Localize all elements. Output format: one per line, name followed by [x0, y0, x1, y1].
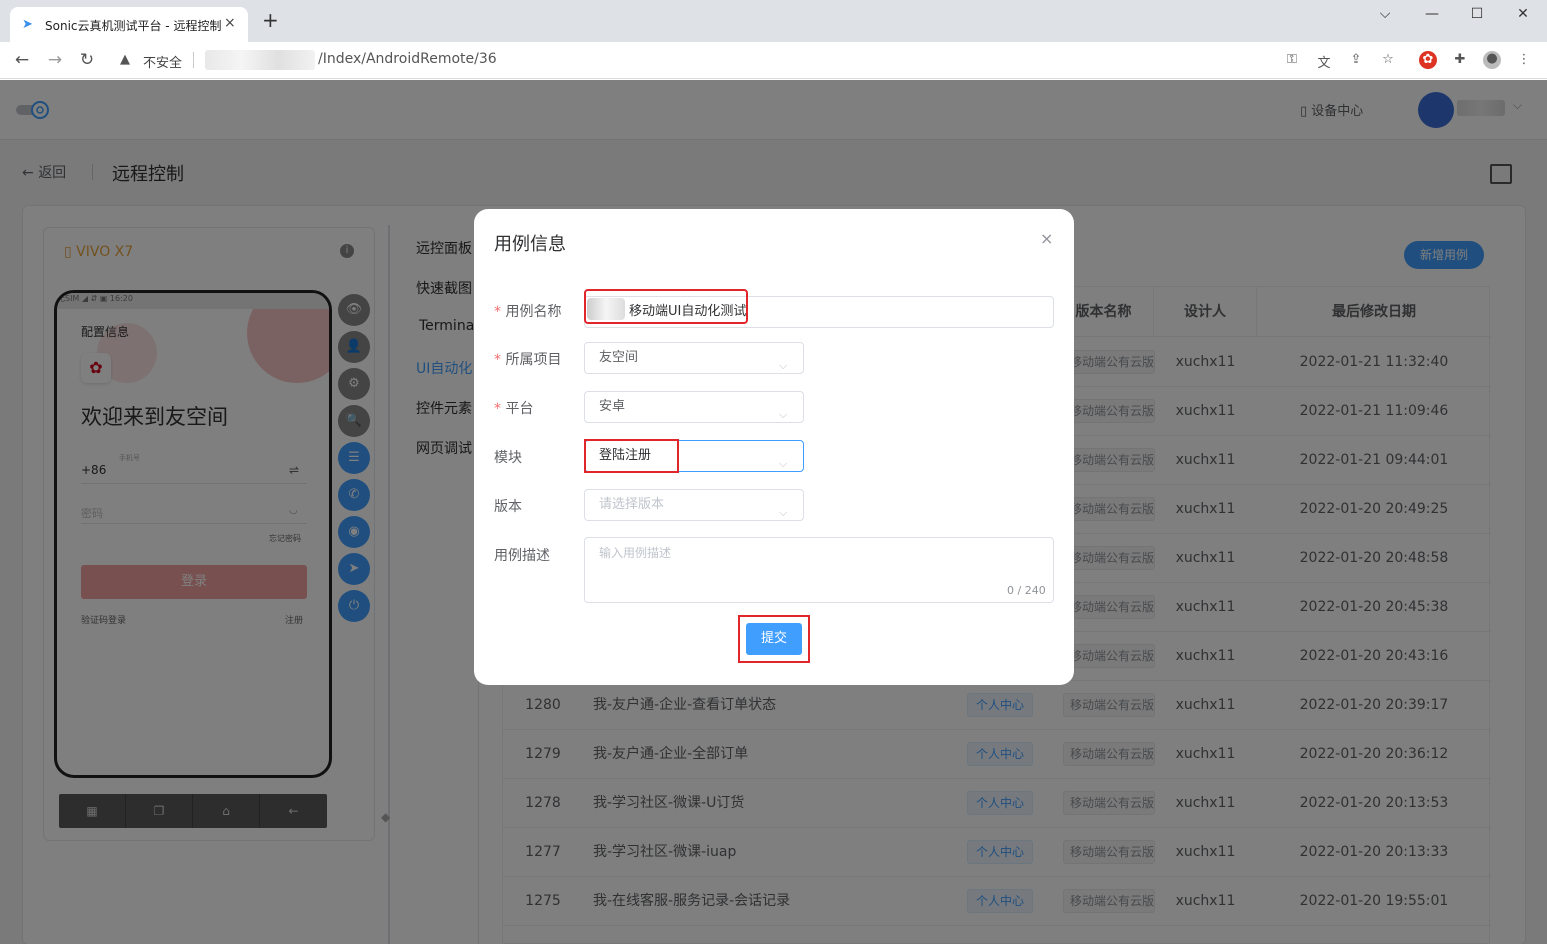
- paper-plane-icon: ➤: [22, 17, 33, 32]
- project-value: 友空间: [599, 350, 639, 365]
- close-icon[interactable]: ×: [1040, 229, 1053, 248]
- address-bar-row: ← → ↻ ▲ 不安全 /Index/AndroidRemote/36 ⚿ 文 …: [0, 42, 1547, 79]
- address-separator: [193, 52, 194, 68]
- project-label: * 所属项目: [494, 352, 562, 368]
- menu-dots-icon[interactable]: ⋮: [1515, 52, 1533, 67]
- reload-icon[interactable]: ↻: [76, 50, 98, 70]
- version-select[interactable]: 请选择版本 ⌵: [584, 489, 804, 521]
- desc-textarea[interactable]: 输入用例描述: [584, 537, 1054, 603]
- platform-value: 安卓: [599, 399, 626, 414]
- version-placeholder: 请选择版本: [599, 497, 665, 512]
- tab-search-icon[interactable]: ⌵: [1373, 6, 1397, 26]
- desc-placeholder: 输入用例描述: [599, 546, 672, 560]
- browser-tab[interactable]: ➤ Sonic云真机测试平台 - 远程控制 ×: [10, 7, 248, 42]
- puzzle-icon[interactable]: ✚: [1451, 52, 1469, 67]
- key-icon[interactable]: ⚿: [1283, 52, 1301, 67]
- omnibox[interactable]: ▲ 不安全 /Index/AndroidRemote/36: [110, 47, 1410, 74]
- module-label: 模块: [494, 450, 522, 466]
- project-label-text: 所属项目: [505, 352, 562, 368]
- case-name-label-text: 用例名称: [505, 304, 562, 320]
- extension-red-icon[interactable]: ✿: [1419, 51, 1437, 69]
- translate-icon[interactable]: 文: [1315, 52, 1333, 71]
- chevron-down-icon: ⌵: [779, 457, 788, 470]
- version-label: 版本: [494, 499, 522, 515]
- share-icon[interactable]: ⇪: [1347, 52, 1365, 67]
- back-arrow-icon[interactable]: ←: [11, 50, 33, 70]
- platform-label: * 平台: [494, 401, 534, 417]
- bookmark-star-icon[interactable]: ☆: [1379, 52, 1397, 67]
- new-tab-button[interactable]: +: [262, 10, 279, 30]
- url-text[interactable]: /Index/AndroidRemote/36: [318, 51, 497, 67]
- minimize-button[interactable]: —: [1420, 6, 1444, 26]
- browser-tab-bar: ➤ Sonic云真机测试平台 - 远程控制 × + ⌵ — ☐ ✕: [0, 0, 1547, 42]
- forward-arrow-icon[interactable]: →: [44, 50, 66, 70]
- highlight-box: [738, 615, 810, 663]
- case-name-label: * 用例名称: [494, 304, 562, 320]
- close-tab-icon[interactable]: ×: [224, 15, 236, 31]
- dialog-title: 用例信息: [494, 234, 566, 255]
- close-window-button[interactable]: ✕: [1511, 6, 1535, 26]
- insecure-label[interactable]: 不安全: [143, 52, 182, 71]
- char-counter: 0 / 240: [1007, 584, 1046, 597]
- project-select[interactable]: 友空间 ⌵: [584, 342, 804, 374]
- maximize-button[interactable]: ☐: [1465, 6, 1489, 26]
- chevron-down-icon: ⌵: [779, 359, 788, 372]
- platform-label-text: 平台: [505, 401, 534, 417]
- tab-title: Sonic云真机测试平台 - 远程控制: [45, 19, 222, 33]
- case-info-dialog: 用例信息 × * 用例名称 移动端UI自动化测试 * 所属项目 友空间 ⌵ * …: [474, 209, 1074, 685]
- warning-icon: ▲: [120, 52, 130, 67]
- chevron-down-icon: ⌵: [779, 506, 788, 519]
- chevron-down-icon: ⌵: [779, 408, 788, 421]
- profile-icon[interactable]: ●: [1483, 51, 1501, 69]
- platform-select[interactable]: 安卓 ⌵: [584, 391, 804, 423]
- desc-label: 用例描述: [494, 548, 550, 564]
- highlight-box: [584, 289, 748, 324]
- redacted-host: [205, 50, 315, 70]
- highlight-box: [584, 439, 679, 473]
